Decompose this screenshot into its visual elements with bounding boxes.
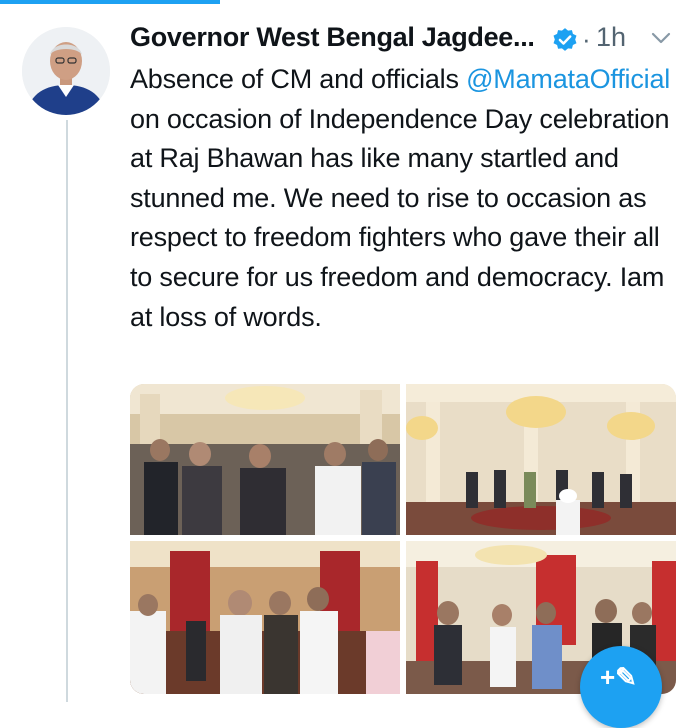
thread-line	[66, 120, 68, 702]
photo-2[interactable]	[406, 384, 676, 535]
separator-dot: ·	[582, 24, 591, 54]
tweet-text-start: Absence of CM and officials	[130, 64, 467, 94]
chevron-down-icon[interactable]	[650, 30, 672, 46]
compose-icon: +✎	[600, 662, 637, 692]
tweet-time[interactable]: 1h	[596, 22, 626, 53]
media-grid	[130, 384, 676, 694]
photo-1[interactable]	[130, 384, 400, 535]
avatar-image	[22, 27, 110, 115]
photo-3[interactable]	[130, 541, 400, 694]
author-name[interactable]: Governor West Bengal Jagdee...	[130, 22, 535, 53]
avatar[interactable]	[22, 27, 110, 115]
tweet-text: Absence of CM and officials @MamataOffic…	[130, 60, 675, 337]
verified-badge-icon	[553, 28, 577, 51]
tweet-header: Governor West Bengal Jagdee... · 1h	[130, 18, 690, 58]
top-progress-bar	[0, 0, 220, 4]
tweet-text-end: on occasion of Independence Day celebrat…	[130, 103, 670, 332]
compose-button[interactable]: +✎	[580, 646, 662, 728]
mention-link[interactable]: @MamataOfficial	[466, 64, 670, 94]
